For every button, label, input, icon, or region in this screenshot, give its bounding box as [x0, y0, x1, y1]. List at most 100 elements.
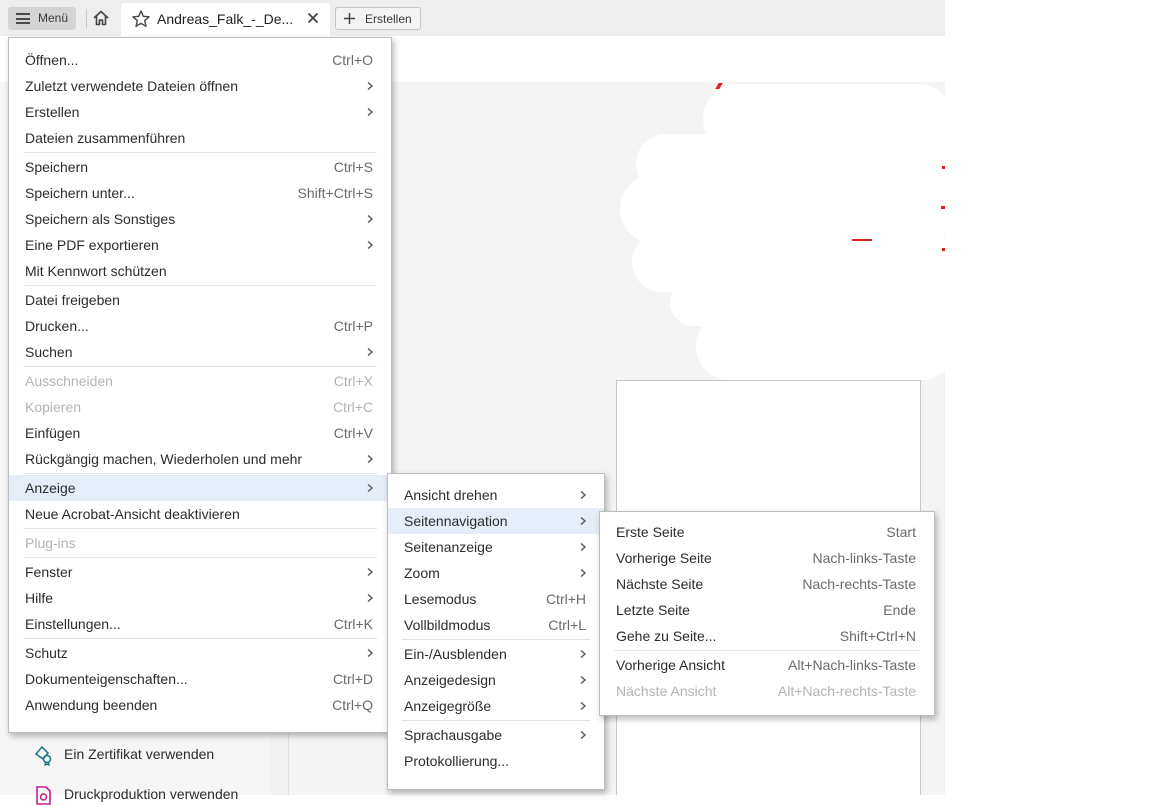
menu-item-dateien-zusammenführen[interactable]: Dateien zusammenführen	[9, 125, 391, 151]
menu-item-label: Neue Acrobat-Ansicht deaktivieren	[25, 506, 240, 522]
chevron-right-icon	[367, 214, 374, 224]
menu-item-vorherige-seite[interactable]: Vorherige Seite Nach-links-Taste	[600, 545, 934, 571]
menu-item-label: Nächste Seite	[616, 576, 704, 592]
menu-item-schutz[interactable]: Schutz	[9, 640, 391, 666]
menu-item-ein-ausblenden[interactable]: Ein-/Ausblenden	[388, 641, 604, 667]
menu-item-label: Plug-ins	[25, 535, 76, 551]
chevron-right-icon	[580, 701, 587, 711]
document-tab[interactable]: Andreas_Falk_-_De...	[121, 3, 330, 36]
menu-item-label: Speichern unter...	[25, 185, 135, 201]
menu-item-shortcut: Ctrl+K	[333, 616, 373, 632]
certificate-icon	[34, 745, 52, 766]
menu-item-vorherige-ansicht[interactable]: Vorherige Ansicht Alt+Nach-links-Taste	[600, 652, 934, 678]
menu-item-hilfe[interactable]: Hilfe	[9, 585, 391, 611]
menu-item-sprachausgabe[interactable]: Sprachausgabe	[388, 722, 604, 748]
menu-item-zuletzt-verwendete-dateien-öffnen[interactable]: Zuletzt verwendete Dateien öffnen	[9, 73, 391, 99]
menu-item-anzeigegröße[interactable]: Anzeigegröße	[388, 693, 604, 719]
menu-item-speichern[interactable]: Speichern Ctrl+S	[9, 154, 391, 180]
chevron-right-icon	[580, 516, 587, 526]
menu-item-protokollierung[interactable]: Protokollierung...	[388, 748, 604, 774]
menu-item-suchen[interactable]: Suchen	[9, 339, 391, 365]
menu-item-vollbildmodus[interactable]: Vollbildmodus Ctrl+L	[388, 612, 604, 638]
menu-item-seitennavigation[interactable]: Seitennavigation	[388, 508, 604, 534]
menu-separator	[23, 473, 377, 474]
menu-item-label: Seitennavigation	[404, 513, 508, 529]
chevron-right-icon	[580, 649, 587, 659]
menu-item-ansicht-drehen[interactable]: Ansicht drehen	[388, 482, 604, 508]
menu-item-öffnen[interactable]: Öffnen... Ctrl+O	[9, 47, 391, 73]
menu-item-label: Ein-/Ausblenden	[404, 646, 507, 662]
menu-item-letzte-seite[interactable]: Letzte Seite Ende	[600, 597, 934, 623]
menu-item-datei-freigeben[interactable]: Datei freigeben	[9, 287, 391, 313]
menu-item-label: Sprachausgabe	[404, 727, 503, 743]
menu-button-label: Menü	[38, 11, 69, 25]
menu-item-shortcut: Alt+Nach-rechts-Taste	[777, 683, 916, 699]
menu-item-dokumenteigenschaften[interactable]: Dokumenteigenschaften... Ctrl+D	[9, 666, 391, 692]
menu-item-shortcut: Ctrl+O	[332, 52, 373, 68]
menu-item-einfügen[interactable]: Einfügen Ctrl+V	[9, 420, 391, 446]
menu-item-shortcut: Ctrl+S	[333, 159, 373, 175]
menu-item-label: Drucken...	[25, 318, 89, 334]
menu-item-nächste-ansicht: Nächste Ansicht Alt+Nach-rechts-Taste	[600, 678, 934, 704]
menu-item-rückgängig-machen-wiederholen-und-mehr[interactable]: Rückgängig machen, Wiederholen und mehr	[9, 446, 391, 472]
menu-item-speichern-unter[interactable]: Speichern unter... Shift+Ctrl+S	[9, 180, 391, 206]
menu-item-label: Eine PDF exportieren	[25, 237, 159, 253]
menu-item-shortcut: Start	[886, 524, 916, 540]
menu-item-label: Einfügen	[25, 425, 81, 441]
star-icon[interactable]	[131, 9, 151, 29]
menu-item-label: Anzeigedesign	[404, 672, 496, 688]
menu-item-label: Vollbildmodus	[404, 617, 491, 633]
menu-item-nächste-seite[interactable]: Nächste Seite Nach-rechts-Taste	[600, 571, 934, 597]
document-tab-title: Andreas_Falk_-_De...	[157, 11, 294, 27]
menu-item-mit-kennwort-schützen[interactable]: Mit Kennwort schützen	[9, 258, 391, 284]
menu-item-zoom[interactable]: Zoom	[388, 560, 604, 586]
menu-item-neue-acrobat-ansicht-deaktivieren[interactable]: Neue Acrobat-Ansicht deaktivieren	[9, 501, 391, 527]
chevron-right-icon	[367, 483, 374, 493]
tool-item-label: Ein Zertifikat verwenden	[64, 746, 215, 762]
menu-item-drucken[interactable]: Drucken... Ctrl+P	[9, 313, 391, 339]
red-mark	[941, 206, 945, 209]
menu-item-anzeige[interactable]: Anzeige	[9, 475, 391, 501]
menu-item-label: Einstellungen...	[25, 616, 121, 632]
chevron-right-icon	[580, 675, 587, 685]
menu-item-label: Nächste Ansicht	[616, 683, 717, 699]
menu-item-seitenanzeige[interactable]: Seitenanzeige	[388, 534, 604, 560]
menu-item-shortcut: Ctrl+H	[545, 591, 586, 607]
menu-separator	[23, 285, 377, 286]
menu-item-shortcut: Shift+Ctrl+S	[297, 185, 373, 201]
menu-item-label: Anzeigegröße	[404, 698, 492, 714]
menu-separator	[23, 366, 377, 367]
menu-item-shortcut: Ctrl+Q	[332, 697, 373, 713]
chevron-right-icon	[367, 347, 374, 357]
menu-item-erste-seite[interactable]: Erste Seite Start	[600, 519, 934, 545]
chevron-right-icon	[367, 454, 374, 464]
create-button-label: Erstellen	[365, 12, 412, 26]
home-icon[interactable]	[91, 8, 111, 28]
chevron-right-icon	[580, 490, 587, 500]
menu-item-erstellen[interactable]: Erstellen	[9, 99, 391, 125]
menu-item-shortcut: Nach-rechts-Taste	[802, 576, 916, 592]
menu-item-anzeigedesign[interactable]: Anzeigedesign	[388, 667, 604, 693]
menu-item-label: Protokollierung...	[404, 753, 510, 769]
menu-item-label: Rückgängig machen, Wiederholen und mehr	[25, 451, 303, 467]
menu-item-label: Lesemodus	[404, 591, 477, 607]
menu-item-fenster[interactable]: Fenster	[9, 559, 391, 585]
menu-separator	[402, 639, 590, 640]
menu-item-label: Erstellen	[25, 104, 80, 120]
menu-item-gehe-zu-seite[interactable]: Gehe zu Seite... Shift+Ctrl+N	[600, 623, 934, 649]
menu-item-label: Zoom	[404, 565, 440, 581]
menu-item-eine-pdf-exportieren[interactable]: Eine PDF exportieren	[9, 232, 391, 258]
menu-item-speichern-als-sonstiges[interactable]: Speichern als Sonstiges	[9, 206, 391, 232]
menu-item-anwendung-beenden[interactable]: Anwendung beenden Ctrl+Q	[9, 692, 391, 718]
menu-item-lesemodus[interactable]: Lesemodus Ctrl+H	[388, 586, 604, 612]
create-button[interactable]: Erstellen	[335, 7, 421, 30]
chevron-right-icon	[580, 730, 587, 740]
menu-item-label: Gehe zu Seite...	[616, 628, 717, 644]
menu-item-shortcut: Ctrl+C	[332, 399, 373, 415]
menu-item-label: Suchen	[25, 344, 73, 360]
close-icon[interactable]	[306, 11, 320, 25]
menu-item-label: Dateien zusammenführen	[25, 130, 186, 146]
menu-button[interactable]: Menü	[8, 7, 76, 30]
redaction-mark	[696, 312, 956, 380]
menu-item-einstellungen[interactable]: Einstellungen... Ctrl+K	[9, 611, 391, 637]
